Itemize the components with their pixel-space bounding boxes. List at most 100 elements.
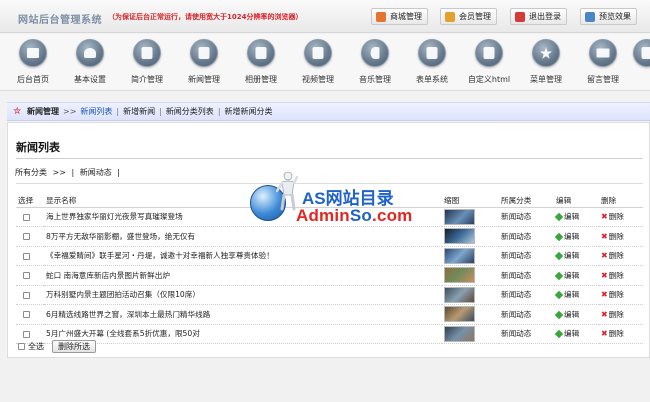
nav-item-news[interactable]: 新闻管理 xyxy=(176,39,232,85)
mall-manage-button[interactable]: 商城管理 xyxy=(371,8,428,25)
tab-news-list[interactable]: 新闻列表 xyxy=(80,106,112,117)
nav-item-overflow[interactable] xyxy=(632,39,650,67)
row-checkbox[interactable] xyxy=(23,272,30,280)
document-icon xyxy=(133,39,161,67)
logout-button[interactable]: 退出登录 xyxy=(510,8,567,25)
edit-label: 编辑 xyxy=(564,309,580,319)
delete-link[interactable]: ✖删除 xyxy=(599,246,643,266)
divider: | xyxy=(159,107,162,116)
row-checkbox[interactable] xyxy=(23,233,30,241)
column-header-category: 所属分类 xyxy=(499,194,554,208)
delete-label: 删除 xyxy=(608,231,624,241)
nav-item-form[interactable]: 表单系统 xyxy=(404,39,460,85)
document-icon xyxy=(418,39,446,67)
nav-item-basic-settings[interactable]: 基本设置 xyxy=(62,39,118,85)
delete-icon: ✖ xyxy=(601,329,608,339)
news-thumbnail[interactable] xyxy=(444,286,475,303)
row-checkbox[interactable] xyxy=(23,252,30,260)
news-title-link[interactable]: 5月广州盛大开幕 (全线套系5折优惠，限50对 xyxy=(46,329,200,338)
nav-item-messages[interactable]: 留言管理 xyxy=(575,39,631,85)
nav-label: 新闻管理 xyxy=(188,75,220,84)
edit-link[interactable]: 编辑 xyxy=(554,246,599,266)
row-checkbox[interactable] xyxy=(23,291,30,299)
nav-label: 表单系统 xyxy=(416,75,448,84)
news-title-link[interactable]: 万科别墅内景主题团拍活动召集（仅限10席） xyxy=(46,290,200,299)
nav-item-intro[interactable]: 简介管理 xyxy=(119,39,175,85)
nav-item-music[interactable]: 音乐管理 xyxy=(347,39,403,85)
row-checkbox[interactable] xyxy=(23,213,30,221)
delete-link[interactable]: ✖删除 xyxy=(599,265,643,286)
delete-icon: ✖ xyxy=(601,251,608,261)
breadcrumb: ✮ 新闻管理 >> 新闻列表 | 新增新闻 | 新闻分类列表 | 新增新闻分类 xyxy=(7,102,650,121)
news-thumbnail[interactable] xyxy=(444,247,475,264)
news-title-link[interactable]: 海上世界独家华丽灯光夜景写真璀璨登场 xyxy=(46,212,183,221)
delete-icon: ✖ xyxy=(601,212,608,222)
delete-label: 删除 xyxy=(608,309,624,319)
nav-label: 留言管理 xyxy=(587,75,619,84)
news-thumbnail[interactable] xyxy=(444,208,475,225)
select-all-checkbox[interactable] xyxy=(18,343,25,350)
nav-label: 简介管理 xyxy=(131,75,163,84)
filter-current-link[interactable]: 新闻动态 xyxy=(80,168,112,177)
delete-link[interactable]: ✖删除 xyxy=(599,324,643,344)
category-filter: 所有分类 >> | 新闻动态 | xyxy=(15,167,120,178)
news-thumbnail[interactable] xyxy=(444,325,475,342)
edit-link[interactable]: 编辑 xyxy=(554,304,599,325)
bulk-actions: 全选 删除所选 xyxy=(18,340,96,353)
filter-all-link[interactable]: 所有分类 xyxy=(15,168,47,177)
delete-link[interactable]: ✖删除 xyxy=(599,285,643,305)
news-title-link[interactable]: 8万平方无敌华丽影棚，盛世登场，绝无仅有 xyxy=(46,232,195,241)
nav-item-menu[interactable]: 菜单管理 xyxy=(518,39,574,85)
nav-label: 自定义html xyxy=(467,75,511,84)
edit-link[interactable]: 编辑 xyxy=(554,226,599,247)
nav-item-home[interactable]: 后台首页 xyxy=(5,39,61,85)
row-checkbox[interactable] xyxy=(23,330,30,338)
tab-add-news[interactable]: 新增新闻 xyxy=(123,106,155,117)
nav-label: 视频管理 xyxy=(302,75,334,84)
edit-link[interactable]: 编辑 xyxy=(554,285,599,305)
table-row: 万科别墅内景主题团拍活动召集（仅限10席） 新闻动态 编辑 ✖删除 xyxy=(16,285,643,305)
delete-link[interactable]: ✖删除 xyxy=(599,226,643,247)
delete-link[interactable]: ✖删除 xyxy=(599,304,643,325)
edit-link[interactable]: 编辑 xyxy=(554,324,599,344)
star-icon xyxy=(532,39,560,67)
preview-button[interactable]: 预览效果 xyxy=(580,8,637,25)
document-icon xyxy=(475,39,503,67)
delete-label: 删除 xyxy=(608,290,624,300)
news-thumbnail[interactable] xyxy=(444,228,475,245)
preview-icon xyxy=(585,11,595,22)
delete-label: 删除 xyxy=(608,270,624,280)
breadcrumb-current: 新闻管理 xyxy=(27,107,59,116)
nav-item-custom-html[interactable]: 自定义html xyxy=(461,39,517,85)
icon-nav: 后台首页 基本设置 简介管理 新闻管理 相册管理 视频管理 音乐管理 表单系统 … xyxy=(0,34,650,91)
edit-link[interactable]: 编辑 xyxy=(554,265,599,286)
news-thumbnail[interactable] xyxy=(444,306,475,323)
tab-news-category-list[interactable]: 新闻分类列表 xyxy=(166,106,214,117)
filter-bar: | xyxy=(117,168,120,177)
news-thumbnail[interactable] xyxy=(444,267,475,284)
nav-item-video[interactable]: 视频管理 xyxy=(290,39,346,85)
news-category: 新闻动态 xyxy=(501,231,532,241)
browser-notice: （为保证后台正常运行，请使用宽大于1024分辨率的浏览器） xyxy=(108,13,303,21)
column-header-thumb: 缩图 xyxy=(442,194,499,208)
row-checkbox[interactable] xyxy=(23,311,30,319)
close-icon xyxy=(515,11,525,22)
delete-icon: ✖ xyxy=(601,290,608,300)
nav-label: 音乐管理 xyxy=(359,75,391,84)
edit-link[interactable]: 编辑 xyxy=(554,207,599,227)
system-title: 网站后台管理系统 xyxy=(18,15,102,26)
nav-item-album[interactable]: 相册管理 xyxy=(233,39,289,85)
delete-selected-button[interactable]: 删除所选 xyxy=(52,340,96,353)
delete-link[interactable]: ✖删除 xyxy=(599,207,643,227)
tab-add-news-category[interactable]: 新增新闻分类 xyxy=(225,106,273,117)
column-header-select: 选择 xyxy=(16,194,44,208)
delete-icon: ✖ xyxy=(601,231,608,241)
news-title-link[interactable]: 《幸福爱睛间》联手星河・丹堤，诚邀十对幸福新人独享尊贵体验！ xyxy=(46,251,274,260)
column-header-edit: 编辑 xyxy=(554,194,599,208)
news-title-link[interactable]: 6月精选线路世界之窗，深圳本土最热门精华线路 xyxy=(46,310,210,319)
select-all-label: 全选 xyxy=(28,342,44,351)
news-title-link[interactable]: 蛇口 南海意库新店内景图片新鲜出炉 xyxy=(46,271,170,280)
figure-icon xyxy=(276,171,298,211)
pencil-icon xyxy=(554,291,564,300)
member-manage-button[interactable]: 会员管理 xyxy=(440,8,497,25)
